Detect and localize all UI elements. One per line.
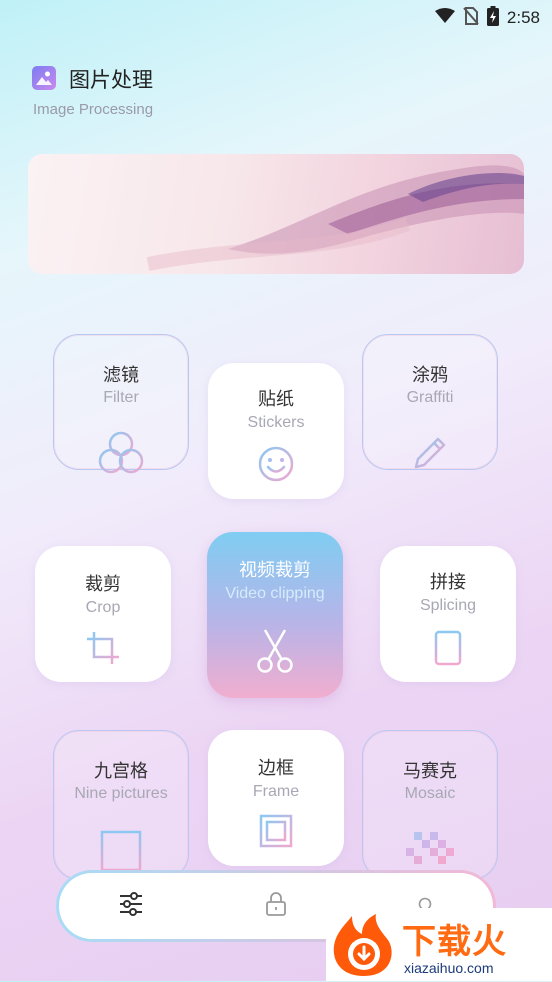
tile-title: 滤镜: [103, 365, 139, 386]
smiley-icon: [257, 445, 295, 487]
tile-graffiti[interactable]: 涂鸦 Graffiti: [362, 334, 498, 470]
wifi-icon: [434, 8, 455, 28]
page-subtitle: Image Processing: [33, 101, 154, 118]
tile-subtitle: Splicing: [419, 597, 477, 614]
tile-title: 裁剪: [85, 574, 121, 595]
watermark: 下载火 xiazaihuo.com: [326, 908, 552, 981]
tile-title: 涂鸦: [412, 365, 448, 386]
tile-crop[interactable]: 裁剪 Crop: [35, 546, 171, 682]
tile-subtitle: Graffiti: [406, 389, 454, 406]
splice-icon: [433, 630, 463, 670]
status-bar: 2:58: [0, 0, 552, 32]
sliders-icon: [118, 891, 144, 921]
tile-nine-pictures[interactable]: 九宫格 Nine pictures: [53, 730, 189, 880]
tab-privacy[interactable]: [246, 873, 306, 939]
page-title: 图片处理: [69, 68, 153, 92]
tile-subtitle: Mosaic: [404, 785, 456, 802]
status-time: 2:58: [506, 8, 540, 27]
tile-subtitle: Video clipping: [225, 585, 325, 602]
tile-splicing[interactable]: 拼接 Splicing: [380, 546, 516, 682]
battery-charging-icon: [486, 6, 499, 30]
tile-title: 九宫格: [94, 761, 148, 782]
tile-title: 马赛克: [403, 761, 457, 782]
frame-icon: [259, 814, 293, 852]
lock-icon: [265, 891, 287, 921]
pencil-icon: [410, 433, 450, 477]
mosaic-icon: [406, 830, 454, 874]
tile-frame[interactable]: 边框 Frame: [208, 730, 344, 866]
filter-icon: [97, 431, 145, 479]
no-sim-icon: [463, 7, 479, 29]
image-icon: [32, 66, 56, 90]
crop-icon: [85, 630, 121, 670]
tile-subtitle: Nine pictures: [74, 785, 168, 802]
tile-subtitle: Filter: [103, 389, 139, 406]
tile-title: 贴纸: [258, 389, 294, 410]
scissors-icon: [253, 628, 297, 678]
tile-subtitle: Stickers: [247, 414, 305, 431]
watermark-text: 下载火: [402, 922, 507, 962]
tile-title: 视频裁剪: [239, 560, 311, 581]
tile-video-clipping[interactable]: 视频裁剪 Video clipping: [207, 532, 343, 698]
tile-subtitle: Frame: [252, 783, 300, 800]
watermark-url: xiazaihuo.com: [404, 960, 494, 976]
banner-image[interactable]: [28, 154, 524, 274]
tile-subtitle: Crop: [85, 599, 121, 616]
tile-filter[interactable]: 滤镜 Filter: [53, 334, 189, 474]
banner-artwork: [146, 165, 524, 271]
tile-title: 拼接: [430, 572, 466, 593]
tile-stickers[interactable]: 贴纸 Stickers: [208, 363, 344, 499]
tab-edit[interactable]: [101, 873, 161, 939]
tile-mosaic[interactable]: 马赛克 Mosaic: [362, 730, 498, 880]
flame-logo-icon: [330, 912, 398, 982]
tile-title: 边框: [258, 758, 294, 779]
